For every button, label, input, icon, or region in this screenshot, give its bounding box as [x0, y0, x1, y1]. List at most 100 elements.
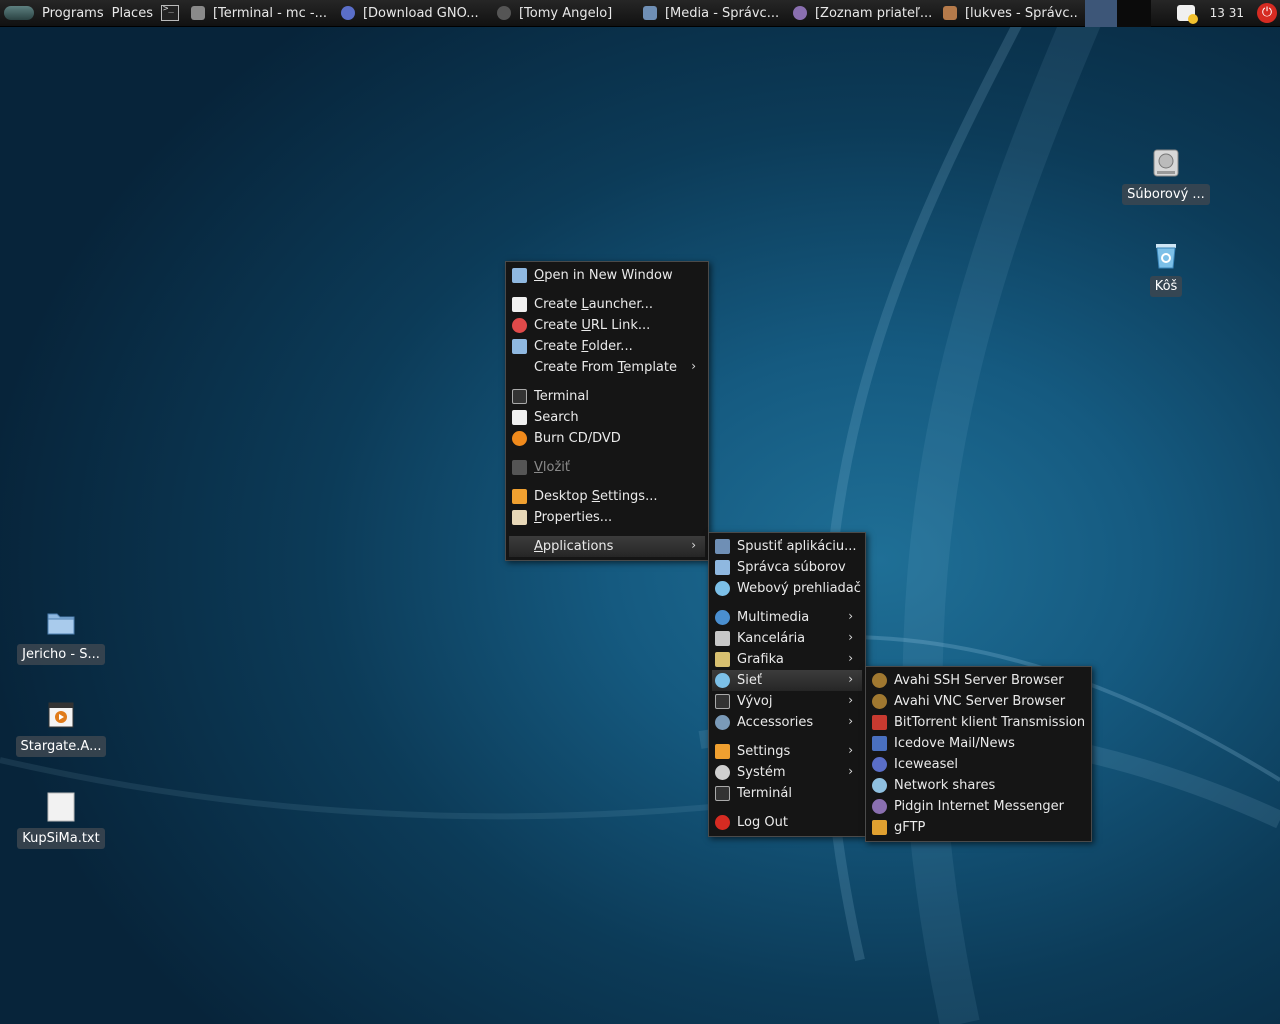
power-icon[interactable]: ⏻ — [1254, 0, 1280, 27]
run-application-icon — [715, 539, 730, 554]
menu-item-file-manager[interactable]: Správca súborov — [709, 557, 865, 578]
menu-item-create-from-template[interactable]: Create From Template › — [506, 357, 708, 378]
menu-item-development[interactable]: Vývoj › — [709, 691, 865, 712]
desktop-icon-filesystem[interactable]: Súborový ... — [1121, 146, 1211, 205]
burn-disc-icon — [512, 431, 527, 446]
chevron-right-icon: › — [848, 672, 853, 686]
avahi-icon — [872, 694, 887, 709]
places-menu[interactable]: Places — [108, 6, 157, 21]
chevron-right-icon: › — [848, 609, 853, 623]
task-button-tomy-angelo[interactable]: [Tomy Angelo] — [491, 0, 637, 27]
menu-separator — [506, 286, 708, 294]
menu-separator — [506, 528, 708, 536]
menu-item-burn-cd-dvd[interactable]: Burn CD/DVD — [506, 428, 708, 449]
heart-icon — [512, 318, 527, 333]
menu-item-icedove[interactable]: Icedove Mail/News — [866, 733, 1091, 754]
menu-item-network[interactable]: Sieť › — [712, 670, 862, 691]
folder-open-icon — [512, 268, 527, 283]
desktop-icon-jericho[interactable]: Jericho - S... — [16, 606, 106, 665]
folder-icon — [642, 6, 657, 20]
menu-item-network-shares[interactable]: Network shares — [866, 775, 1091, 796]
menu-item-gftp[interactable]: gFTP — [866, 817, 1091, 838]
task-button-download[interactable]: [Download GNO... — [335, 0, 491, 27]
chevron-right-icon: › — [848, 651, 853, 665]
menu-item-applications[interactable]: Applications › — [509, 536, 705, 557]
accessories-icon — [715, 715, 730, 730]
task-label: [Media - Správc... — [664, 5, 780, 21]
menu-item-pidgin[interactable]: Pidgin Internet Messenger — [866, 796, 1091, 817]
chevron-right-icon: › — [691, 359, 696, 373]
blank-document-icon — [512, 297, 527, 312]
chevron-right-icon: › — [848, 693, 853, 707]
menu-separator — [709, 804, 865, 812]
menu-item-system[interactable]: Systém › — [709, 762, 865, 783]
menu-item-transmission[interactable]: BitTorrent klient Transmission — [866, 712, 1091, 733]
desktop-icon-label: Stargate.A... — [15, 736, 107, 757]
menu-separator — [506, 478, 708, 486]
menu-item-log-out[interactable]: Log Out — [709, 812, 865, 833]
programs-menu[interactable]: Programs — [38, 6, 108, 21]
desktop-icon-stargate[interactable]: Stargate.A... — [15, 698, 107, 757]
taskbar: Programs Places [Terminal - mc -... [Dow… — [0, 0, 1280, 27]
desktop-icon-label: KupSiMa.txt — [17, 828, 105, 849]
menu-item-terminal-app[interactable]: Terminál — [709, 783, 865, 804]
task-button-lukves[interactable]: [lukves - Správc... — [937, 0, 1085, 27]
menu-item-run-application[interactable]: Spustiť aplikáciu... — [709, 536, 865, 557]
menu-item-avahi-vnc[interactable]: Avahi VNC Server Browser — [866, 691, 1091, 712]
chevron-right-icon: › — [848, 743, 853, 757]
menu-item-accessories[interactable]: Accessories › — [709, 712, 865, 733]
menu-separator — [506, 378, 708, 386]
mail-icon — [872, 736, 887, 751]
menu-item-office[interactable]: Kancelária › — [709, 628, 865, 649]
properties-icon — [512, 510, 527, 525]
video-file-icon — [48, 702, 74, 728]
clock[interactable]: 13 31 — [1200, 6, 1254, 20]
desktop-icon-kupsima[interactable]: KupSiMa.txt — [16, 790, 106, 849]
task-button-terminal[interactable]: [Terminal - mc -... — [185, 0, 335, 27]
avahi-icon — [872, 673, 887, 688]
menu-item-iceweasel[interactable]: Iceweasel — [866, 754, 1091, 775]
menu-item-multimedia[interactable]: Multimedia › — [709, 607, 865, 628]
network-shares-icon — [872, 778, 887, 793]
folder-icon — [47, 613, 75, 635]
text-file-icon — [47, 792, 75, 822]
arrows-icon — [715, 744, 730, 759]
desktop-icon-label: Jericho - S... — [17, 644, 105, 665]
menu-item-create-folder[interactable]: Create Folder... — [506, 336, 708, 357]
notification-icon[interactable] — [1172, 0, 1200, 27]
desktop-icon-trash[interactable]: Kôš — [1121, 238, 1211, 297]
menu-item-properties[interactable]: Properties... — [506, 507, 708, 528]
terminal-launcher-icon[interactable] — [160, 4, 179, 21]
task-button-buddy-list[interactable]: [Zoznam priateľ... — [787, 0, 937, 27]
terminal-icon — [512, 389, 527, 404]
network-submenu: Avahi SSH Server Browser Avahi VNC Serve… — [865, 666, 1092, 842]
menu-item-search[interactable]: Search — [506, 407, 708, 428]
transmission-icon — [872, 715, 887, 730]
workspace-2[interactable] — [1116, 0, 1151, 27]
menu-item-terminal[interactable]: Terminal — [506, 386, 708, 407]
menu-item-avahi-ssh[interactable]: Avahi SSH Server Browser — [866, 670, 1091, 691]
menu-item-settings[interactable]: Settings › — [709, 741, 865, 762]
terminal-icon — [715, 786, 730, 801]
paste-icon — [512, 460, 527, 475]
menu-item-desktop-settings[interactable]: Desktop Settings... — [506, 486, 708, 507]
menu-item-graphics[interactable]: Grafika › — [709, 649, 865, 670]
gftp-icon — [872, 820, 887, 835]
task-label: [lukves - Správc... — [964, 5, 1079, 21]
iceweasel-icon — [340, 6, 355, 20]
chevron-right-icon: › — [848, 714, 853, 728]
desktop-context-menu: Open in New Window Create Launcher... Cr… — [505, 261, 709, 561]
distro-logo-icon[interactable] — [0, 0, 38, 27]
menu-item-open-new-window[interactable]: Open in New Window — [506, 265, 708, 286]
desktop-icon-label: Kôš — [1149, 276, 1183, 297]
search-icon — [512, 410, 527, 425]
task-button-media[interactable]: [Media - Správc... — [637, 0, 787, 27]
task-label: [Terminal - mc -... — [212, 5, 327, 21]
home-folder-icon — [942, 6, 957, 20]
workspace-1[interactable] — [1084, 0, 1117, 27]
menu-item-create-launcher[interactable]: Create Launcher... — [506, 294, 708, 315]
menu-item-web-browser[interactable]: Webový prehliadač — [709, 578, 865, 599]
menu-item-create-url-link[interactable]: Create URL Link... — [506, 315, 708, 336]
chevron-right-icon: › — [691, 538, 696, 552]
pidgin-icon — [792, 6, 807, 20]
